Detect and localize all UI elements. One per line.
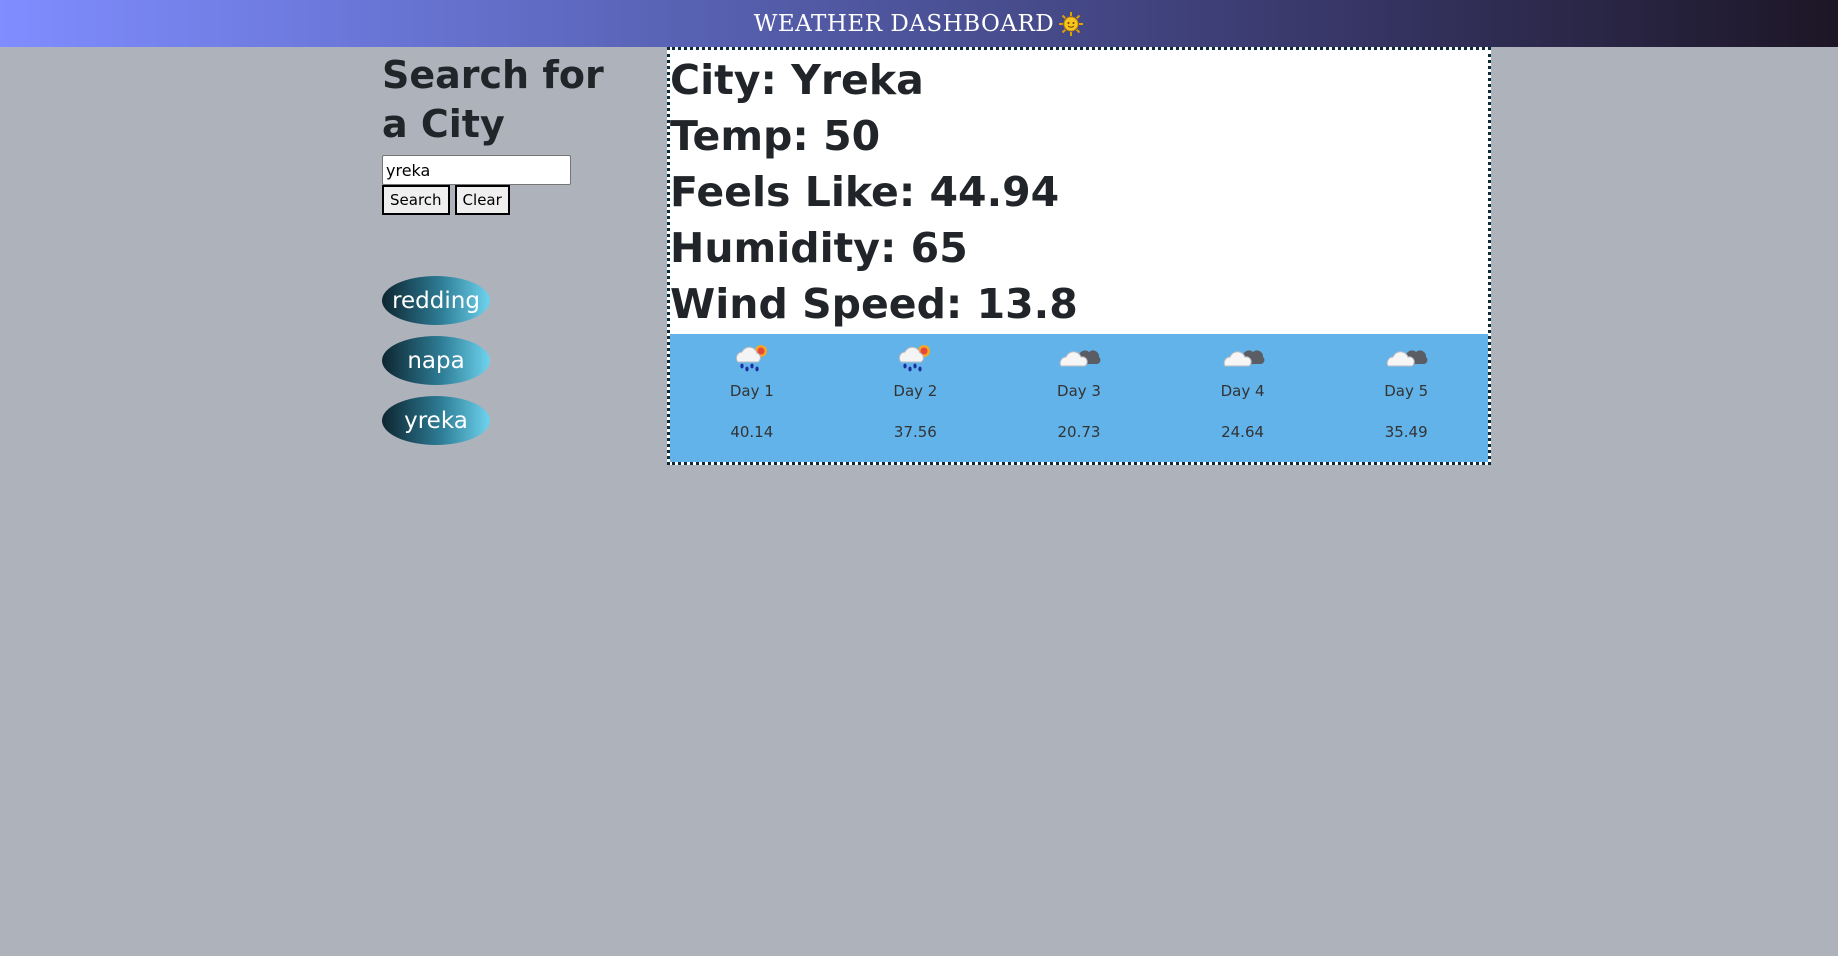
history-button-yreka[interactable]: yreka xyxy=(382,396,490,445)
search-heading: Search for a City xyxy=(382,53,604,146)
rain-sun-icon xyxy=(735,345,767,372)
cloud-icon xyxy=(1386,350,1428,367)
forecast-day: Day 5 35.49 xyxy=(1324,334,1488,462)
forecast-day: Day 2 37.56 xyxy=(834,334,998,462)
forecast-day-label: Day 4 xyxy=(1220,382,1265,400)
cloud-icon xyxy=(1223,350,1264,367)
humidity: Humidity: 65 xyxy=(670,224,968,272)
forecast-day-temp: 35.49 xyxy=(1384,423,1428,441)
forecast-day-temp: 37.56 xyxy=(893,423,937,441)
rain-sun-icon xyxy=(899,345,931,372)
app-title: WEATHER DASHBOARD xyxy=(753,10,1055,37)
sun-icon xyxy=(1058,11,1084,37)
weather-panel: City: Yreka Temp: 50 Feels Like: 44.94 H… xyxy=(667,47,1491,465)
forecast-day-label: Day 5 xyxy=(1384,382,1429,400)
forecast-day-label: Day 1 xyxy=(729,382,774,400)
history-button-napa[interactable]: napa xyxy=(382,336,490,385)
forecast-day-temp: 40.14 xyxy=(730,423,774,441)
search-history: redding napa yreka xyxy=(382,276,642,445)
forecast-day-temp: 20.73 xyxy=(1057,423,1101,441)
forecast-strip: Day 1 40.14 Day 2 37.56 Day 3 20.73 Day … xyxy=(670,334,1488,462)
search-button-row: Search Clear xyxy=(382,185,642,215)
history-button-redding[interactable]: redding xyxy=(382,276,490,325)
cloud-icon xyxy=(1059,350,1101,367)
search-input[interactable] xyxy=(382,155,571,185)
app-header: WEATHER DASHBOARD xyxy=(0,0,1838,47)
current-temp: Temp: 50 xyxy=(670,112,881,160)
search-sidebar: Search for a City Search Clear redding n… xyxy=(382,47,642,456)
wind-speed: Wind Speed: 13.8 xyxy=(670,280,1078,328)
feels-like: Feels Like: 44.94 xyxy=(670,168,1060,216)
clear-button[interactable]: Clear xyxy=(454,185,510,215)
forecast-day: Day 1 40.14 xyxy=(670,334,834,462)
city-name: City: Yreka xyxy=(670,56,924,104)
search-button[interactable]: Search xyxy=(382,185,450,215)
forecast-day-temp: 24.64 xyxy=(1221,423,1265,441)
current-weather: City: Yreka Temp: 50 Feels Like: 44.94 H… xyxy=(670,50,1488,330)
forecast-day: Day 4 24.64 xyxy=(1161,334,1325,462)
forecast-day: Day 3 20.73 xyxy=(997,334,1161,462)
forecast-day-label: Day 2 xyxy=(893,382,938,400)
forecast-day-label: Day 3 xyxy=(1057,382,1101,400)
